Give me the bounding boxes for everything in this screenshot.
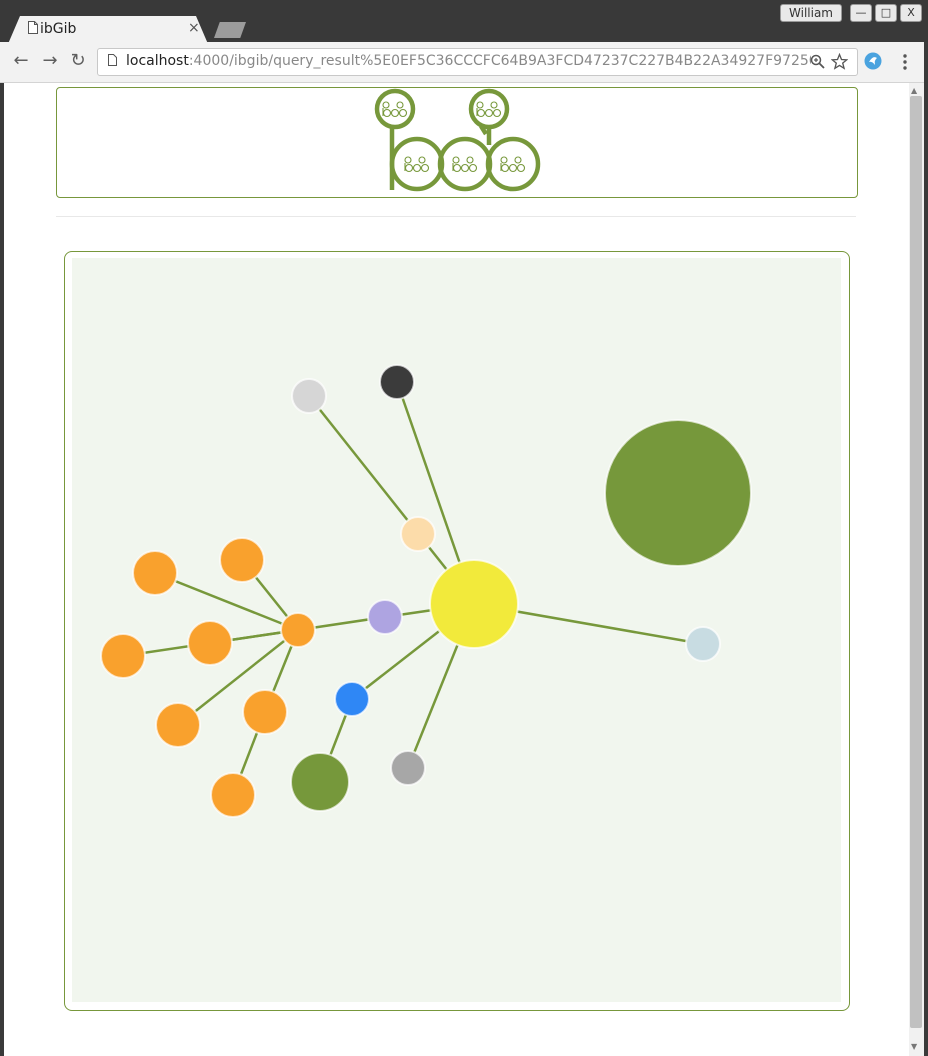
graph-node-root[interactable] <box>429 559 519 649</box>
graph-node-orange[interactable] <box>219 537 265 583</box>
graph-node-big-green[interactable] <box>604 419 752 567</box>
graph-node-light-blue[interactable] <box>685 626 721 662</box>
graph-node-orange[interactable] <box>242 689 288 735</box>
graph-node-orange[interactable] <box>132 550 178 596</box>
graph-node-orange[interactable] <box>187 620 233 666</box>
ibgib-graph[interactable] <box>0 0 928 1056</box>
graph-node-orange[interactable] <box>100 633 146 679</box>
graph-node-gray[interactable] <box>390 750 426 786</box>
graph-node-orange[interactable] <box>155 702 201 748</box>
graph-node-lavender[interactable] <box>367 599 403 635</box>
graph-node-dark[interactable] <box>379 364 415 400</box>
graph-edges <box>122 381 704 796</box>
graph-node-orange[interactable] <box>210 772 256 818</box>
graph-node-blue[interactable] <box>334 681 370 717</box>
graph-node-light-gray[interactable] <box>291 378 327 414</box>
graph-node-peach[interactable] <box>400 516 436 552</box>
graph-node-green-small[interactable] <box>290 752 350 812</box>
graph-node-orange-hub[interactable] <box>280 612 316 648</box>
